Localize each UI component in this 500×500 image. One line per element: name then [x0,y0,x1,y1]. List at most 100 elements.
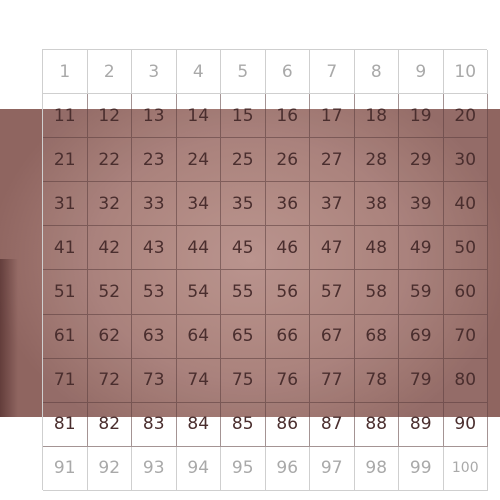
grid-cell-72: 72 [87,358,132,403]
grid-cell-6: 6 [265,50,310,95]
grid-cell-87: 87 [310,402,355,447]
grid-cell-33: 33 [132,182,177,227]
grid-cell-61: 61 [43,314,88,359]
grid-cell-77: 77 [310,358,355,403]
grid-cell-15: 15 [221,94,266,139]
grid-cell-65: 65 [221,314,266,359]
grid-cell-31: 31 [43,182,88,227]
grid-cell-47: 47 [310,226,355,271]
grid-cell-45: 45 [221,226,266,271]
grid-cell-44: 44 [176,226,221,271]
canvas: 1 2 3 4 5 6 7 8 9 10 11 12 13 14 15 16 17 18 19 20 21 22 23 24 2… [0,0,500,500]
grid-cell-92: 92 [87,446,132,491]
grid-cell-11: 11 [43,94,88,139]
grid-cell-63: 63 [132,314,177,359]
grid-cell-66: 66 [265,314,310,359]
grid-cell-79: 79 [399,358,444,403]
grid-cell-97: 97 [310,446,355,491]
grid-cell-29: 29 [399,138,444,183]
hundred-number-grid: 1 2 3 4 5 6 7 8 9 10 11 12 13 14 15 16 17 18 19 20 21 22 23 24 2… [42,49,488,491]
grid-cell-69: 69 [399,314,444,359]
grid-cell-16: 16 [265,94,310,139]
grid-cell-64: 64 [176,314,221,359]
grid-cell-5: 5 [221,50,266,95]
grid-cell-9: 9 [399,50,444,95]
grid-cell-99: 99 [399,446,444,491]
grid-cell-22: 22 [87,138,132,183]
grid-cell-2: 2 [87,50,132,95]
grid-cell-55: 55 [221,270,266,315]
grid-cell-25: 25 [221,138,266,183]
grid-cell-83: 83 [132,402,177,447]
grid-cell-40: 40 [443,182,488,227]
grid-cell-10: 10 [443,50,488,95]
grid-cell-51: 51 [43,270,88,315]
grid-cell-18: 18 [354,94,399,139]
grid-cell-52: 52 [87,270,132,315]
grid-cell-49: 49 [399,226,444,271]
grid-cell-82: 82 [87,402,132,447]
grid-cell-60: 60 [443,270,488,315]
grid-cell-67: 67 [310,314,355,359]
grid-cell-76: 76 [265,358,310,403]
grid-cell-95: 95 [221,446,266,491]
grid-cell-74: 74 [176,358,221,403]
grid-cell-94: 94 [176,446,221,491]
grid-cell-42: 42 [87,226,132,271]
grid-cell-37: 37 [310,182,355,227]
grid-cell-81: 81 [43,402,88,447]
grid-cell-50: 50 [443,226,488,271]
grid-cell-62: 62 [87,314,132,359]
grid-cell-84: 84 [176,402,221,447]
grid-cell-68: 68 [354,314,399,359]
grid-cell-12: 12 [87,94,132,139]
grid-cell-13: 13 [132,94,177,139]
grid-cell-38: 38 [354,182,399,227]
grid-cell-7: 7 [310,50,355,95]
grid-cell-100: 100 [443,446,488,491]
grid-cell-1: 1 [43,50,88,95]
grid-cell-96: 96 [265,446,310,491]
grid-cell-85: 85 [221,402,266,447]
grid-cell-19: 19 [399,94,444,139]
grid-cell-24: 24 [176,138,221,183]
grid-cell-27: 27 [310,138,355,183]
grid-cell-88: 88 [354,402,399,447]
grid-cell-35: 35 [221,182,266,227]
grid-cell-41: 41 [43,226,88,271]
grid-cell-39: 39 [399,182,444,227]
grid-cell-4: 4 [176,50,221,95]
grid-cell-98: 98 [354,446,399,491]
grid-cell-73: 73 [132,358,177,403]
grid-cell-20: 20 [443,94,488,139]
grid-cell-30: 30 [443,138,488,183]
grid-cell-28: 28 [354,138,399,183]
grid-cell-48: 48 [354,226,399,271]
grid-cell-26: 26 [265,138,310,183]
grid-cell-46: 46 [265,226,310,271]
grid-cell-75: 75 [221,358,266,403]
grid-cell-90: 90 [443,402,488,447]
grid-cell-53: 53 [132,270,177,315]
grid-cell-17: 17 [310,94,355,139]
grid-cell-3: 3 [132,50,177,95]
grid-cell-59: 59 [399,270,444,315]
grid-cell-54: 54 [176,270,221,315]
grid-cell-70: 70 [443,314,488,359]
grid-cell-14: 14 [176,94,221,139]
grid-cell-89: 89 [399,402,444,447]
grid-cell-8: 8 [354,50,399,95]
grid-cell-91: 91 [43,446,88,491]
grid-cell-56: 56 [265,270,310,315]
grid-cell-78: 78 [354,358,399,403]
grid-cell-21: 21 [43,138,88,183]
grid-cell-86: 86 [265,402,310,447]
grid-cell-58: 58 [354,270,399,315]
grid-cell-57: 57 [310,270,355,315]
grid-cell-43: 43 [132,226,177,271]
grid-cell-80: 80 [443,358,488,403]
grid-cell-36: 36 [265,182,310,227]
grid-cell-32: 32 [87,182,132,227]
grid-cell-34: 34 [176,182,221,227]
grid-cell-23: 23 [132,138,177,183]
